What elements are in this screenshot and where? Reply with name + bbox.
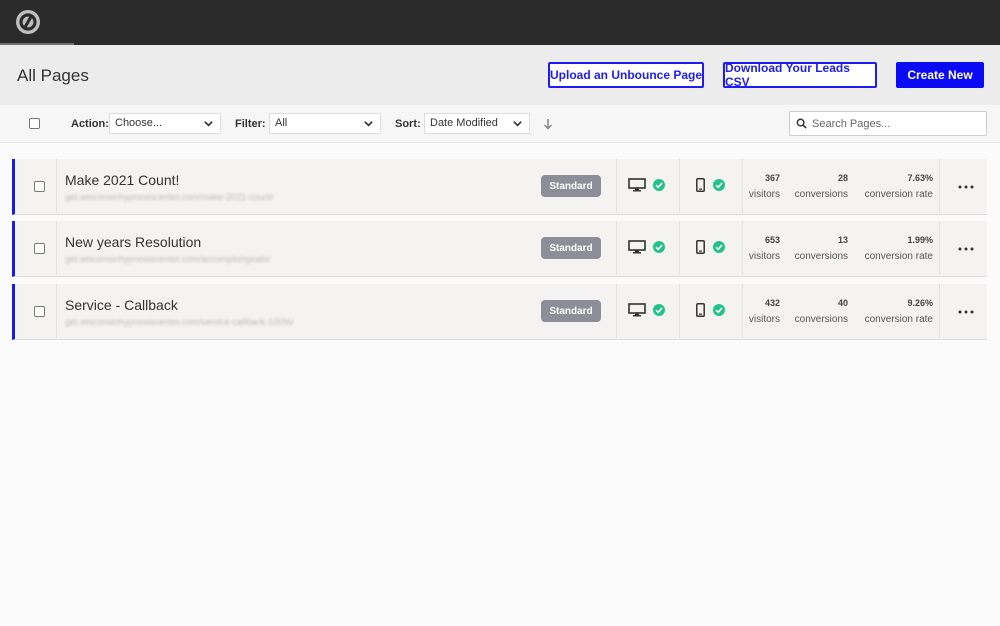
download-leads-csv-button[interactable]: Download Your Leads CSV [723,61,877,89]
conversion-rate-value: 9.26% [907,298,933,308]
page-row[interactable]: Make 2021 Count! get.wisconsinhypnosisce… [12,159,987,215]
search-pages-input[interactable] [812,115,982,132]
filter-select[interactable]: All [269,113,381,134]
select-all-checkbox[interactable] [29,118,40,129]
conversion-rate-label: conversion rate [864,189,933,200]
conversions-label: conversions [794,251,848,262]
chevron-down-icon [364,121,373,127]
divider [742,221,743,275]
page-url[interactable]: get.wisconsinhypnosiscenter.com/accompli… [65,254,270,264]
visitors-count: 367 [764,173,780,183]
visitors-count: 432 [764,298,780,308]
page-row[interactable]: Service - Callback get.wisconsinhypnosis… [12,284,987,340]
mobile-icon [696,178,705,192]
mobile-icon [696,240,705,254]
conversion-rate-label: conversion rate [864,251,933,262]
mobile-published-check-circle-icon [713,304,725,316]
conversion-rate-label: conversion rate [864,314,933,325]
sort-label: Sort: [395,118,421,130]
more-dots-icon[interactable] [958,310,974,314]
divider [939,159,940,213]
divider [56,284,57,338]
divider [679,159,680,213]
divider [679,284,680,338]
visitors-count: 653 [764,235,780,245]
conversions-count: 40 [837,298,848,308]
page-url[interactable]: get.wisconsinhypnosiscenter.com/make-202… [65,192,274,202]
divider [616,284,617,338]
upload-page-button[interactable]: Upload an Unbounce Page [548,62,704,88]
search-icon [796,118,807,129]
page-type-badge: Standard [541,237,601,259]
desktop-published-check-circle-icon [653,179,665,191]
action-label: Action: [71,118,109,130]
desktop-published-check-circle-icon [653,304,665,316]
row-checkbox[interactable] [34,243,45,254]
page-title-link[interactable]: Make 2021 Count! [65,172,179,188]
visitors-label: visitors [748,314,780,325]
mobile-published-check-circle-icon [713,241,725,253]
page-title-link[interactable]: Service - Callback [65,297,178,313]
conversions-count: 13 [837,235,848,245]
conversion-rate-value: 7.63% [907,173,933,183]
conversions-label: conversions [794,314,848,325]
logo-tab[interactable] [0,0,74,45]
divider [56,159,57,213]
divider [939,284,940,338]
more-dots-icon[interactable] [958,247,974,251]
more-dots-icon[interactable] [958,185,974,189]
filter-label: Filter: [235,118,266,130]
sort-select[interactable]: Date Modified [424,113,530,134]
row-checkbox[interactable] [34,181,45,192]
divider [616,221,617,275]
divider [742,284,743,338]
conversions-label: conversions [794,189,848,200]
unbounce-logo-icon [16,10,40,34]
mobile-published-check-circle-icon [713,179,725,191]
page-type-badge: Standard [541,175,601,197]
visitors-label: visitors [748,189,780,200]
action-select-value: Choose... [115,117,163,129]
page-title: All Pages [17,66,89,85]
row-checkbox[interactable] [34,306,45,317]
conversion-rate-value: 1.99% [907,235,933,245]
top-nav-bar [0,0,1000,45]
search-box [789,111,987,136]
page-row[interactable]: New years Resolution get.wisconsinhypnos… [12,221,987,277]
page-title-link[interactable]: New years Resolution [65,234,201,250]
chevron-down-icon [513,121,522,127]
conversions-count: 28 [837,173,848,183]
divider [616,159,617,213]
create-new-button[interactable]: Create New [896,62,984,88]
desktop-icon [628,240,646,254]
action-select[interactable]: Choose... [109,113,221,134]
sort-select-value: Date Modified [430,117,498,129]
desktop-published-check-circle-icon [653,241,665,253]
visitors-label: visitors [748,251,780,262]
mobile-icon [696,303,705,317]
chevron-down-icon [204,121,213,127]
divider [939,221,940,275]
divider [742,159,743,213]
page-url[interactable]: get.wisconsinhypnosiscenter.com/service-… [65,317,294,327]
desktop-icon [628,303,646,317]
desktop-icon [628,178,646,192]
page-header: All Pages Upload an Unbounce Page Downlo… [0,45,1000,105]
page-type-badge: Standard [541,300,601,322]
divider [56,221,57,275]
divider [679,221,680,275]
filter-select-value: All [275,117,288,129]
sort-direction-arrow-down-icon[interactable] [543,118,553,130]
